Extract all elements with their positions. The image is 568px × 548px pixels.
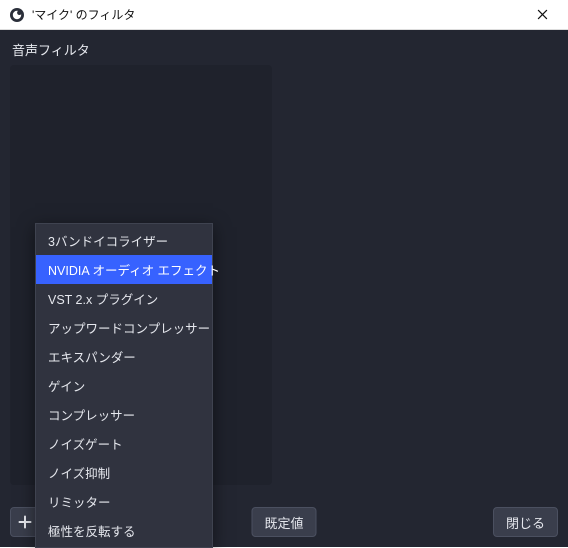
context-menu-item[interactable]: アップワードコンプレッサー	[36, 313, 212, 342]
add-filter-context-menu: 3バンドイコライザーNVIDIA オーディオ エフェクトVST 2.x プラグイ…	[35, 223, 213, 548]
window-title: 'マイク' のフィルタ	[32, 6, 522, 23]
client-area: 音声フィルタ 既定値 閉じる	[0, 30, 568, 547]
close-icon	[537, 9, 548, 20]
window-close-button[interactable]	[522, 1, 562, 29]
context-menu-item[interactable]: VST 2.x プラグイン	[36, 284, 212, 313]
titlebar: 'マイク' のフィルタ	[0, 0, 568, 30]
app-icon	[8, 6, 26, 24]
context-menu-item[interactable]: NVIDIA オーディオ エフェクト	[36, 255, 212, 284]
context-menu-item[interactable]: コンプレッサー	[36, 400, 212, 429]
context-menu-item[interactable]: ノイズ抑制	[36, 458, 212, 487]
context-menu-item[interactable]: ノイズゲート	[36, 429, 212, 458]
context-menu-item[interactable]: エキスパンダー	[36, 342, 212, 371]
close-button[interactable]: 閉じる	[493, 507, 558, 537]
plus-icon	[17, 514, 33, 530]
context-menu-item[interactable]: 3バンドイコライザー	[36, 226, 212, 255]
audio-filters-label: 音声フィルタ	[12, 40, 558, 59]
context-menu-item[interactable]: リミッター	[36, 487, 212, 516]
filter-properties-panel	[282, 65, 558, 485]
context-menu-item[interactable]: 極性を反転する	[36, 516, 212, 545]
defaults-button[interactable]: 既定値	[251, 507, 316, 537]
context-menu-item[interactable]: ゲイン	[36, 371, 212, 400]
